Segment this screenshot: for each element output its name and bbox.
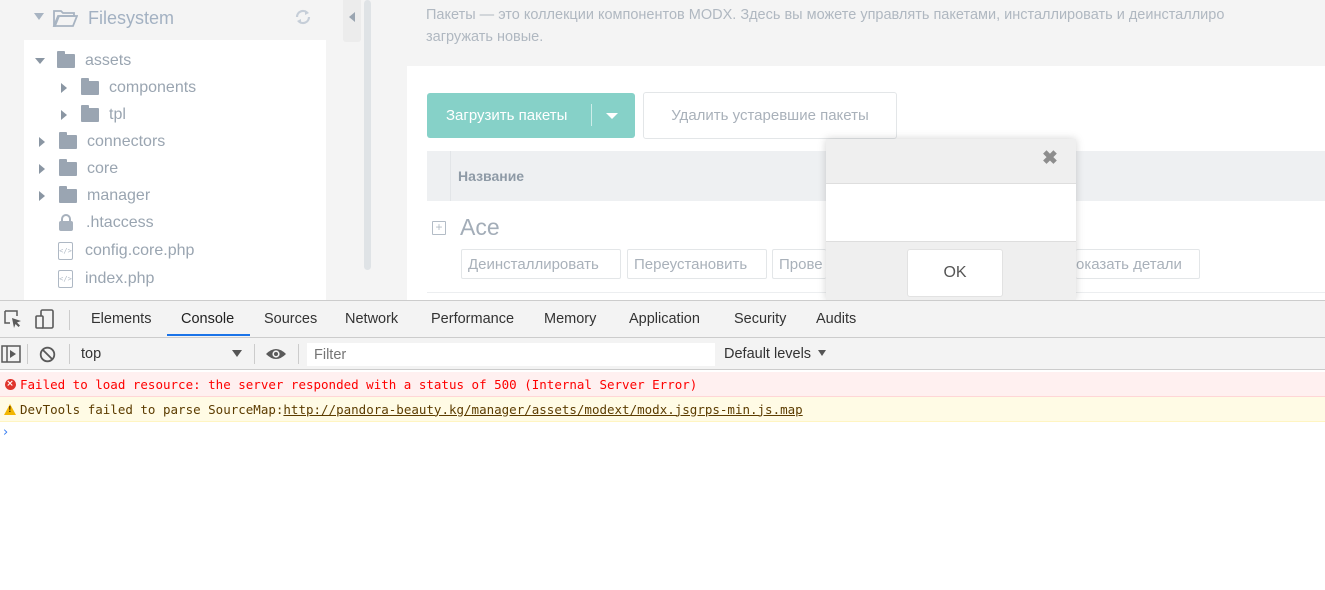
tree-item-index-php[interactable]: </> index.php (57, 267, 154, 291)
upload-packages-label: Загрузить пакеты (446, 107, 568, 124)
folder-open-icon (52, 6, 79, 35)
tab-memory[interactable]: Memory (544, 311, 596, 327)
caret-down-icon[interactable] (818, 350, 826, 356)
message-text: Failed to load resource: the server resp… (20, 376, 698, 392)
description-line-1: Пакеты — это коллекции компонентов MODX.… (426, 7, 1225, 23)
tree-item-htaccess[interactable]: .htaccess (57, 211, 154, 235)
tree-item-label: core (87, 160, 119, 177)
modx-manager: Filesystem assets components tpl connect… (0, 0, 1325, 300)
folder-icon (57, 51, 75, 68)
console-prompt[interactable]: › (3, 425, 8, 440)
tab-performance[interactable]: Performance (431, 311, 514, 327)
show-details-button[interactable]: оказать детали (1076, 249, 1200, 279)
expand-arrow-icon[interactable] (35, 58, 45, 64)
refresh-icon[interactable] (294, 8, 312, 31)
folder-icon (59, 159, 77, 176)
sidebar-toggle[interactable] (343, 0, 361, 42)
code-file-icon: </> (58, 270, 73, 288)
sidebar-scrollbar[interactable] (364, 0, 371, 270)
close-icon[interactable]: ✖ (1042, 147, 1058, 170)
filesystem-header[interactable]: Filesystem (24, 0, 326, 40)
expand-arrow-icon[interactable] (39, 137, 45, 147)
tab-sources[interactable]: Sources (264, 311, 317, 327)
tree-item-connectors[interactable]: connectors (37, 130, 165, 154)
toolbar-divider (27, 344, 28, 364)
lock-icon (59, 214, 73, 231)
sourcemap-link[interactable]: http://pandora-beauty.kg/manager/assets/… (283, 402, 802, 417)
split-divider (591, 104, 592, 126)
tree-item-label: tpl (109, 106, 126, 123)
folder-icon (81, 105, 99, 122)
remove-outdated-button[interactable]: Удалить устаревшие пакеты (643, 92, 897, 139)
code-file-icon: </> (58, 242, 73, 260)
message-text: DevTools failed to parse SourceMap: (20, 401, 284, 417)
package-name: Ace (460, 214, 500, 240)
device-toolbar-icon[interactable] (35, 309, 55, 334)
expand-row-icon[interactable]: + (432, 221, 446, 235)
expand-arrow-icon[interactable] (39, 191, 45, 201)
tree-item-label: config.core.php (85, 242, 195, 259)
tab-security[interactable]: Security (734, 311, 786, 327)
tree-item-assets[interactable]: assets (35, 49, 131, 73)
tree-item-config-core-php[interactable]: </> config.core.php (57, 239, 194, 263)
ok-button[interactable]: OK (907, 249, 1003, 297)
chevron-left-icon (349, 12, 355, 22)
folder-icon (59, 186, 77, 203)
tab-network[interactable]: Network (345, 311, 398, 327)
packages-description: Пакеты — это коллекции компонентов MODX.… (426, 4, 1325, 48)
tree-item-tpl[interactable]: tpl (59, 103, 126, 127)
eye-icon[interactable] (265, 347, 287, 366)
tree-item-label: index.php (85, 270, 155, 287)
expand-arrow-icon[interactable] (61, 83, 67, 93)
tree-item-core[interactable]: core (37, 157, 118, 181)
show-sidebar-icon[interactable] (1, 345, 21, 368)
column-header-name[interactable]: Название (458, 168, 524, 184)
console-filter-input[interactable] (307, 343, 715, 366)
tree-item-label: components (109, 79, 197, 96)
uninstall-button[interactable]: Деинсталлировать (461, 249, 621, 279)
toolbar-divider (254, 344, 255, 364)
clear-console-icon[interactable] (39, 346, 56, 368)
warning-icon: ! (0, 403, 20, 415)
active-tab-indicator (167, 334, 250, 336)
toolbar-divider (69, 344, 70, 364)
tree-item-components[interactable]: components (59, 76, 196, 100)
reinstall-button[interactable]: Переустановить (627, 249, 767, 279)
tree-item-label: assets (85, 52, 132, 69)
alert-dialog: ✖ OK (826, 139, 1076, 300)
devtools-panel: Elements Console Sources Network Perform… (0, 300, 1325, 590)
toolbar-divider (69, 310, 70, 330)
description-line-2: загружать новые. (426, 29, 544, 45)
filesystem-title: Filesystem (88, 8, 175, 28)
collapse-arrow-icon[interactable] (34, 13, 44, 20)
devtools-tab-bar: Elements Console Sources Network Perform… (0, 301, 1325, 338)
dialog-body (826, 183, 1076, 242)
error-icon: × (4, 378, 16, 390)
console-warning-message[interactable]: ! DevTools failed to parse SourceMap: ht… (0, 397, 1325, 422)
tab-console[interactable]: Console (181, 311, 234, 327)
tree-item-label: manager (87, 187, 151, 204)
tab-application[interactable]: Application (629, 311, 700, 327)
inspect-element-icon[interactable] (4, 310, 22, 333)
tree-item-label: .htaccess (86, 214, 154, 231)
folder-icon (59, 132, 77, 149)
caret-down-icon[interactable] (232, 350, 242, 357)
context-selector[interactable]: top (81, 346, 101, 362)
log-levels-dropdown[interactable]: Default levels (724, 346, 811, 362)
check-updates-button[interactable]: Прове (772, 249, 826, 279)
tab-elements[interactable]: Elements (91, 311, 151, 327)
expand-arrow-icon[interactable] (61, 110, 67, 120)
toolbar-divider (298, 344, 299, 364)
tree-item-manager[interactable]: manager (37, 184, 150, 208)
tree-item-label: connectors (87, 133, 166, 150)
console-error-message[interactable]: × Failed to load resource: the server re… (0, 372, 1325, 397)
caret-down-icon[interactable] (606, 113, 618, 119)
tab-audits[interactable]: Audits (816, 311, 856, 327)
expand-arrow-icon[interactable] (39, 164, 45, 174)
folder-icon (81, 78, 99, 95)
upload-packages-button[interactable]: Загрузить пакеты (427, 93, 635, 138)
console-toolbar: top Default levels (0, 338, 1325, 370)
column-divider (450, 151, 451, 201)
